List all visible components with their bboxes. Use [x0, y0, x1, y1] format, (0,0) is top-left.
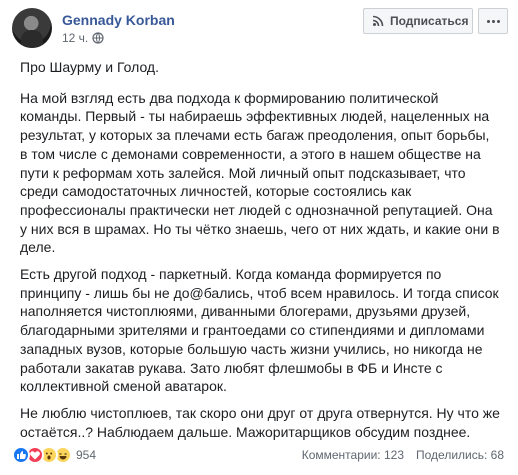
post-header: Gennady Korban 12 ч. Подписаться	[0, 0, 518, 56]
more-options-button[interactable]	[478, 8, 508, 34]
globe-icon	[92, 32, 104, 44]
post-footer: 954 Комментарии: 123 Поделились: 68	[0, 440, 518, 472]
more-dot-icon	[491, 19, 495, 23]
reaction-count: 954	[76, 448, 97, 462]
subscribe-button[interactable]: Подписаться	[363, 8, 473, 34]
subscribe-label: Подписаться	[390, 14, 469, 28]
avatar[interactable]	[12, 8, 52, 48]
rss-icon	[372, 15, 384, 27]
reactions-summary[interactable]: 954	[12, 446, 96, 464]
author-name[interactable]: Gennady Korban	[62, 12, 175, 28]
post-meta: 12 ч.	[62, 31, 104, 45]
more-dot-icon	[496, 19, 500, 23]
post-title: Про Шаурму и Голод.	[20, 59, 159, 75]
post-paragraph: Есть другой подход - паркетный. Когда ко…	[20, 266, 499, 395]
facebook-post: Gennady Korban 12 ч. Подписаться Про Шау…	[0, 0, 518, 475]
post-stats: Комментарии: 123 Поделились: 68	[302, 448, 504, 462]
post-body: Про Шаурму и Голод. На мой взгляд есть д…	[20, 58, 500, 449]
like-icon	[12, 446, 30, 464]
shares-count-link[interactable]: Поделились: 68	[416, 448, 504, 462]
comments-count-link[interactable]: Комментарии: 123	[302, 448, 404, 462]
more-dot-icon	[486, 19, 490, 23]
post-time[interactable]: 12 ч.	[62, 31, 88, 45]
post-paragraph: Не люблю чистоплюев, так скоро они друг …	[20, 404, 500, 440]
post-paragraph: На мой взгляд есть два подхода к формиро…	[20, 89, 500, 256]
